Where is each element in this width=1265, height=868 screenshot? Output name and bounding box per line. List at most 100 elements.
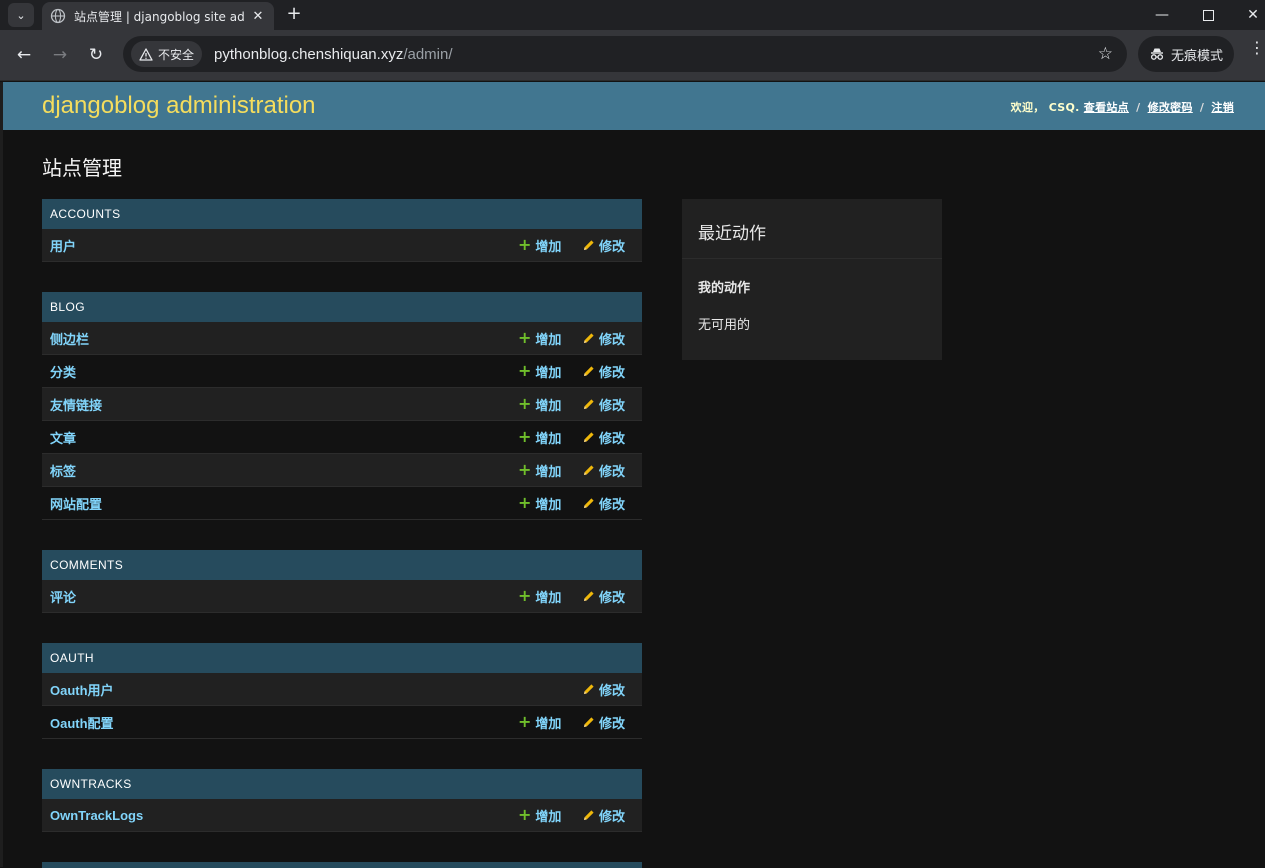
add-link[interactable]: + 增加 (518, 461, 561, 480)
add-label: 增加 (535, 365, 562, 381)
model-row: Oauth用户 修改 (42, 673, 642, 706)
user-tools: 欢迎， CSQ. 查看站点 / 修改密码 / 注销 (1011, 99, 1234, 115)
module-caption (42, 862, 642, 868)
browser-menu-icon[interactable]: ⋮ (1249, 40, 1265, 56)
separator: / (1136, 101, 1141, 114)
model-link[interactable]: OwnTrackLogs (50, 808, 143, 823)
change-label: 修改 (599, 464, 626, 480)
change-label: 修改 (599, 683, 626, 699)
address-bar[interactable]: 不安全 pythonblog.chenshiquan.xyz/admin/ ☆ (123, 36, 1127, 72)
model-row: 友情链接 + 增加 修改 (42, 388, 642, 421)
pencil-icon (584, 717, 594, 727)
plus-icon: + (518, 328, 532, 347)
change-link[interactable]: 修改 (583, 494, 625, 513)
change-link[interactable]: 修改 (583, 428, 625, 447)
change-link[interactable]: 修改 (583, 587, 625, 606)
change-link[interactable]: 修改 (583, 395, 625, 414)
add-label: 增加 (535, 398, 562, 414)
close-window-button[interactable]: ✕ (1230, 0, 1265, 30)
forward-button[interactable]: → (47, 42, 73, 68)
back-button[interactable]: ← (11, 42, 37, 68)
change-label: 修改 (599, 497, 626, 513)
plus-icon: + (518, 805, 532, 824)
model-row: 分类 + 增加 修改 (42, 355, 642, 388)
change-link[interactable]: 修改 (583, 680, 625, 699)
security-chip[interactable]: 不安全 (131, 41, 203, 67)
model-link[interactable]: 友情链接 (50, 395, 102, 414)
add-label: 增加 (535, 332, 562, 348)
browser-tab-bar: ⌄ 站点管理 | djangoblog site ad ✕ + — ✕ (0, 0, 1265, 30)
site-branding[interactable]: djangoblog administration (42, 92, 316, 120)
add-link[interactable]: + 增加 (518, 428, 561, 447)
welcome-text: 欢迎， (1010, 101, 1045, 114)
add-link[interactable]: + 增加 (518, 713, 561, 732)
app-module: ACCOUNTS 用户 + 增加 修改 (42, 199, 642, 262)
change-link[interactable]: 修改 (583, 461, 625, 480)
maximize-icon (1202, 9, 1214, 21)
model-row: 标签 + 增加 修改 (42, 454, 642, 487)
add-link[interactable]: + 增加 (518, 806, 561, 825)
model-row: 评论 + 增加 修改 (42, 580, 642, 613)
change-link[interactable]: 修改 (583, 329, 625, 348)
model-row: 用户 + 增加 修改 (42, 229, 642, 262)
add-label: 增加 (535, 431, 562, 447)
add-label: 增加 (535, 716, 562, 732)
add-link[interactable]: + 增加 (518, 395, 561, 414)
add-link[interactable]: + 增加 (518, 362, 561, 381)
reload-icon: ↻ (88, 45, 104, 65)
module-caption[interactable]: OWNTRACKS (42, 769, 642, 799)
module-caption[interactable]: ACCOUNTS (42, 199, 642, 229)
app-module: BLOG 侧边栏 + 增加 修改 分类 + 增加 修改 友情链接 + 增加 修改 文章 + 增加 修改 标签 + 增加… (42, 292, 642, 520)
plus-icon: + (518, 460, 532, 479)
add-link[interactable]: + 增加 (518, 587, 561, 606)
change-label: 修改 (599, 431, 626, 447)
model-link[interactable]: 标签 (50, 461, 76, 480)
module-caption[interactable]: OAUTH (42, 643, 642, 673)
module-caption[interactable]: COMMENTS (42, 550, 642, 580)
model-link[interactable]: Oauth用户 (50, 680, 114, 699)
change-label: 修改 (599, 239, 626, 255)
chevron-down-icon: ⌄ (16, 8, 26, 22)
change-link[interactable]: 修改 (583, 236, 625, 255)
plus-icon: + (518, 493, 532, 512)
change-link[interactable]: 修改 (583, 362, 625, 381)
add-link[interactable]: + 增加 (518, 494, 561, 513)
model-link[interactable]: 用户 (50, 236, 76, 255)
model-link[interactable]: 文章 (50, 428, 76, 447)
maximize-button[interactable] (1185, 0, 1231, 30)
change-label: 修改 (599, 332, 626, 348)
model-link[interactable]: 侧边栏 (50, 329, 89, 348)
add-label: 增加 (535, 590, 562, 606)
module-caption[interactable]: BLOG (42, 292, 642, 322)
model-link[interactable]: 分类 (50, 362, 76, 381)
module-rows: 评论 + 增加 修改 (42, 580, 642, 613)
model-link[interactable]: 网站配置 (50, 494, 102, 513)
module-rows: 侧边栏 + 增加 修改 分类 + 增加 修改 友情链接 + 增加 修改 文章 + 增加 修改 标签 + 增加 修改 网站… (42, 322, 642, 520)
change-label: 修改 (599, 716, 626, 732)
change-password-link[interactable]: 修改密码 (1148, 101, 1193, 114)
view-site-link[interactable]: 查看站点 (1084, 101, 1129, 114)
plus-icon: + (518, 427, 532, 446)
username: CSQ. (1048, 101, 1080, 114)
add-link[interactable]: + 增加 (518, 236, 561, 255)
arrow-right-icon: → (52, 45, 68, 65)
url-host: pythonblog.chenshiquan.xyz (214, 45, 404, 63)
new-tab-button[interactable]: + (284, 3, 304, 27)
reload-button[interactable]: ↻ (83, 42, 109, 68)
no-actions-text: 无可用的 (698, 318, 751, 333)
model-link[interactable]: 评论 (50, 587, 76, 606)
bookmark-star-icon[interactable]: ☆ (1098, 44, 1113, 64)
browser-toolbar: ← → ↻ 不安全 pythonblog.chenshiquan.xyz/adm… (0, 30, 1265, 81)
add-link[interactable]: + 增加 (518, 329, 561, 348)
logout-link[interactable]: 注销 (1211, 101, 1234, 114)
incognito-indicator[interactable]: 无痕模式 (1138, 36, 1234, 72)
minimize-button[interactable]: — (1139, 0, 1185, 30)
model-link[interactable]: Oauth配置 (50, 713, 114, 732)
browser-tab[interactable]: 站点管理 | djangoblog site ad ✕ (42, 2, 274, 30)
close-tab-icon[interactable]: ✕ (250, 9, 266, 24)
change-link[interactable]: 修改 (583, 713, 625, 732)
page-title: 站点管理 (42, 156, 122, 180)
tab-search-button[interactable]: ⌄ (8, 3, 34, 27)
my-actions-heading: 我的动作 (698, 281, 751, 296)
change-link[interactable]: 修改 (583, 806, 625, 825)
